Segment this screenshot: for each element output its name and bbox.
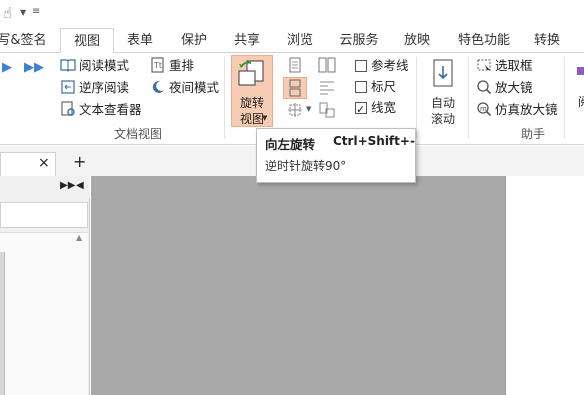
moon-icon bbox=[152, 80, 164, 93]
auto-scroll-label-1: 自动 bbox=[430, 96, 455, 110]
rotate-left-tooltip: 向左旋转 Ctrl+Shift+- 逆时针旋转90° bbox=[256, 128, 416, 183]
tab-browse[interactable]: 浏览 bbox=[280, 28, 320, 53]
continuous-page-icon bbox=[289, 79, 301, 97]
reverse-read-button[interactable]: 逆序阅读 bbox=[60, 78, 129, 98]
text-viewer-icon bbox=[61, 101, 75, 116]
reverse-book-icon bbox=[61, 80, 75, 94]
tab-form[interactable]: 表单 bbox=[120, 28, 160, 53]
chevron-down-icon[interactable]: ▼ bbox=[20, 8, 26, 17]
rotate-view-button[interactable]: 旋转 视图 ▼ bbox=[231, 55, 273, 127]
two-page-continuous-icon[interactable] bbox=[318, 78, 336, 96]
assistant-group-label: 助手 bbox=[521, 127, 546, 141]
truncated-label: 阅 bbox=[578, 93, 584, 110]
tooltip-shortcut: Ctrl+Shift+- bbox=[333, 134, 415, 148]
ribbon-tabs: 写&签名 视图 表单 保护 共享 浏览 云服务 放映 特色功能 转换 bbox=[0, 28, 584, 54]
svg-text:Tt: Tt bbox=[153, 61, 162, 70]
loupe-label: 仿真放大镜 bbox=[495, 102, 558, 117]
tab-cloud[interactable]: 云服务 bbox=[333, 28, 385, 53]
select-box-button[interactable]: 选取框 bbox=[476, 56, 533, 76]
tooltip-title: 向左旋转 bbox=[265, 137, 316, 152]
tooltip-description: 逆时针旋转90° bbox=[265, 159, 347, 173]
two-page-icon[interactable] bbox=[318, 56, 336, 74]
tab-protect[interactable]: 保护 bbox=[174, 28, 214, 53]
document-viewer[interactable] bbox=[91, 176, 505, 395]
ruler-label: 标尺 bbox=[371, 79, 397, 94]
loupe-button[interactable]: m 仿真放大镜 bbox=[476, 100, 558, 120]
tab-convert[interactable]: 转换 bbox=[526, 28, 568, 53]
magnifier-button[interactable]: 放大镜 bbox=[476, 78, 533, 98]
guides-checkbox[interactable]: 参考线 bbox=[355, 56, 409, 76]
fast-forward-icon[interactable]: ▶▶ bbox=[24, 60, 44, 75]
group-divider bbox=[468, 57, 469, 139]
group-divider bbox=[564, 57, 565, 139]
reverse-read-label: 逆序阅读 bbox=[79, 80, 130, 95]
night-mode-label: 夜间模式 bbox=[169, 80, 220, 95]
auto-scroll-button[interactable]: 自动 滚动 bbox=[424, 56, 462, 128]
scroll-up-icon[interactable]: ▲ bbox=[76, 233, 82, 242]
select-box-label: 选取框 bbox=[495, 58, 533, 73]
ruler-checkbox[interactable]: 标尺 bbox=[355, 77, 396, 97]
guides-check[interactable] bbox=[355, 60, 367, 72]
quick-access-toolbar: ☝ ▼ ≡ bbox=[0, 0, 584, 28]
customize-toolbar-icon[interactable]: ≡ bbox=[32, 6, 40, 17]
group-divider bbox=[224, 57, 225, 139]
fit-page-icon[interactable] bbox=[286, 101, 304, 119]
night-mode-button[interactable]: 夜间模式 bbox=[150, 78, 219, 98]
line-width-check[interactable] bbox=[355, 100, 367, 120]
rotate-page-icon bbox=[238, 60, 264, 86]
panel-scrollbar[interactable] bbox=[0, 252, 5, 395]
read-mode-label: 阅读模式 bbox=[79, 58, 130, 73]
magnifier-label: 放大镜 bbox=[495, 80, 533, 95]
add-tab-icon[interactable]: + bbox=[73, 152, 86, 171]
navigation-panel: ▶▶ ◀ ▲ bbox=[0, 176, 90, 395]
selection-rect-icon bbox=[477, 59, 491, 71]
tab-slideshow[interactable]: 放映 bbox=[397, 28, 437, 53]
doc-view-group-label: 文档视图 bbox=[114, 127, 163, 141]
document-page[interactable] bbox=[505, 176, 584, 395]
tab-features[interactable]: 特色功能 bbox=[452, 28, 516, 53]
close-icon[interactable]: × bbox=[38, 155, 50, 171]
rotate-view-label-1: 旋转 bbox=[239, 96, 264, 110]
panel-search-field[interactable] bbox=[0, 202, 88, 228]
reflow-button[interactable]: Tt 重排 bbox=[150, 56, 194, 76]
purple-tool-icon[interactable] bbox=[577, 67, 584, 75]
text-viewer-button[interactable]: 文本查看器 bbox=[60, 100, 142, 120]
chevron-down-icon: ▼ bbox=[262, 114, 268, 122]
line-width-checkbox[interactable]: 线宽 bbox=[355, 98, 397, 120]
ruler-check[interactable] bbox=[355, 81, 367, 93]
reflow-icon: Tt bbox=[151, 57, 164, 73]
text-viewer-label: 文本查看器 bbox=[79, 102, 142, 117]
collapse-panel-icon[interactable]: ◀ bbox=[76, 180, 84, 191]
svg-text:m: m bbox=[480, 105, 487, 113]
single-page-icon[interactable] bbox=[286, 56, 304, 74]
line-width-label: 线宽 bbox=[371, 100, 397, 115]
loupe-icon: m bbox=[477, 102, 492, 117]
chevron-down-icon[interactable]: ▼ bbox=[306, 105, 311, 113]
document-tab[interactable]: × bbox=[0, 152, 56, 176]
magnifier-icon bbox=[477, 80, 492, 95]
tab-sign[interactable]: 写&签名 bbox=[0, 28, 48, 53]
tab-view[interactable]: 视图 bbox=[60, 28, 114, 54]
reflow-label: 重排 bbox=[169, 58, 195, 73]
cover-page-icon[interactable] bbox=[318, 101, 336, 119]
expand-panel-icon[interactable]: ▶▶ bbox=[60, 180, 75, 191]
hand-tool-icon[interactable]: ☝ bbox=[3, 4, 12, 22]
auto-scroll-icon bbox=[433, 59, 453, 87]
tab-share[interactable]: 共享 bbox=[227, 28, 267, 53]
auto-scroll-label-2: 滚动 bbox=[430, 112, 455, 126]
group-divider bbox=[416, 57, 417, 139]
panel-header: ▶▶ ◀ bbox=[0, 176, 90, 198]
continuous-page-button[interactable] bbox=[283, 77, 307, 99]
book-icon bbox=[60, 59, 76, 72]
panel-content bbox=[0, 232, 88, 395]
read-mode-button[interactable]: 阅读模式 bbox=[60, 56, 129, 76]
play-icon[interactable]: ▶ bbox=[2, 60, 12, 75]
guides-label: 参考线 bbox=[371, 58, 409, 73]
